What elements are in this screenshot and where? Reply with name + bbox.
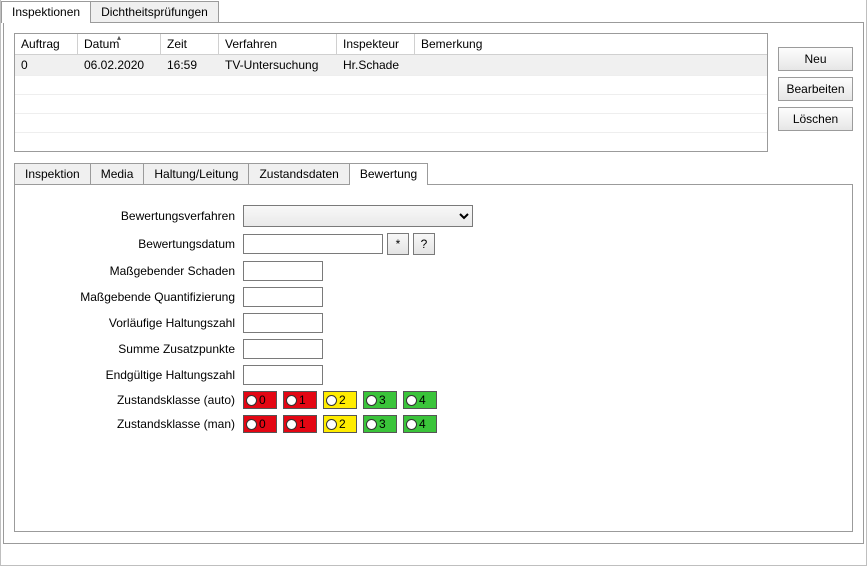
radio-zk-man-3[interactable]: 3 bbox=[363, 415, 397, 433]
radio-label: 1 bbox=[299, 417, 306, 431]
input-endgueltige-haltungszahl[interactable] bbox=[243, 365, 323, 385]
radio-icon bbox=[406, 419, 417, 430]
radio-label: 3 bbox=[379, 417, 386, 431]
table-row[interactable] bbox=[15, 132, 767, 151]
tab-zustandsdaten[interactable]: Zustandsdaten bbox=[248, 163, 349, 185]
radio-zk-man-0[interactable]: 0 bbox=[243, 415, 277, 433]
radio-icon bbox=[366, 419, 377, 430]
label-massgebende-quantifizierung: Maßgebende Quantifizierung bbox=[35, 290, 243, 304]
radio-label: 3 bbox=[379, 393, 386, 407]
tab-dichtheitspruefungen[interactable]: Dichtheitsprüfungen bbox=[90, 1, 219, 23]
sort-asc-icon: ▴ bbox=[117, 33, 121, 42]
radio-label: 2 bbox=[339, 393, 346, 407]
cell-bemerkung bbox=[415, 55, 767, 75]
radio-zk-auto-3[interactable]: 3 bbox=[363, 391, 397, 409]
inspections-table: Auftrag ▴Datum Zeit Verfahren Inspekteur… bbox=[14, 33, 768, 152]
radio-icon bbox=[246, 419, 257, 430]
radio-icon bbox=[326, 419, 337, 430]
label-zustandsklasse-man: Zustandsklasse (man) bbox=[35, 417, 243, 431]
input-bewertungsdatum[interactable] bbox=[243, 234, 383, 254]
table-row[interactable] bbox=[15, 94, 767, 113]
tab-inspektion[interactable]: Inspektion bbox=[14, 163, 91, 185]
tab-haltung-leitung[interactable]: Haltung/Leitung bbox=[143, 163, 249, 185]
inner-tab-bar: Inspektion Media Haltung/Leitung Zustand… bbox=[14, 162, 853, 184]
loeschen-button[interactable]: Löschen bbox=[778, 107, 853, 131]
col-header-verfahren[interactable]: Verfahren bbox=[219, 34, 337, 54]
radio-zk-auto-0[interactable]: 0 bbox=[243, 391, 277, 409]
label-summe-zusatzpunkte: Summe Zusatzpunkte bbox=[35, 342, 243, 356]
col-header-inspekteur[interactable]: Inspekteur bbox=[337, 34, 415, 54]
input-summe-zusatzpunkte[interactable] bbox=[243, 339, 323, 359]
radio-label: 4 bbox=[419, 417, 426, 431]
table-header-row: Auftrag ▴Datum Zeit Verfahren Inspekteur… bbox=[15, 34, 767, 55]
radio-icon bbox=[246, 395, 257, 406]
radio-zk-auto-4[interactable]: 4 bbox=[403, 391, 437, 409]
label-zustandsklasse-auto: Zustandsklasse (auto) bbox=[35, 393, 243, 407]
top-tab-bar: Inspektionen Dichtheitsprüfungen bbox=[1, 0, 866, 22]
radio-label: 0 bbox=[259, 417, 266, 431]
radio-icon bbox=[286, 419, 297, 430]
col-header-bemerkung[interactable]: Bemerkung bbox=[415, 34, 767, 54]
input-massgebende-quantifizierung[interactable] bbox=[243, 287, 323, 307]
label-massgebender-schaden: Maßgebender Schaden bbox=[35, 264, 243, 278]
radio-zk-auto-2[interactable]: 2 bbox=[323, 391, 357, 409]
label-vorlaeufige-haltungszahl: Vorläufige Haltungszahl bbox=[35, 316, 243, 330]
cell-verfahren: TV-Untersuchung bbox=[219, 55, 337, 75]
label-bewertungsverfahren: Bewertungsverfahren bbox=[35, 209, 243, 223]
date-help-button[interactable]: ? bbox=[413, 233, 435, 255]
tab-media[interactable]: Media bbox=[90, 163, 145, 185]
radio-label: 0 bbox=[259, 393, 266, 407]
neu-button[interactable]: Neu bbox=[778, 47, 853, 71]
radio-icon bbox=[406, 395, 417, 406]
table-row[interactable]: 0 06.02.2020 16:59 TV-Untersuchung Hr.Sc… bbox=[15, 55, 767, 75]
table-row[interactable] bbox=[15, 75, 767, 94]
tab-inspektionen[interactable]: Inspektionen bbox=[1, 1, 91, 23]
tab-bewertung[interactable]: Bewertung bbox=[349, 163, 428, 185]
zustandsklasse-man-group: 0 1 2 3 4 bbox=[243, 415, 437, 433]
cell-datum: 06.02.2020 bbox=[78, 55, 161, 75]
cell-auftrag: 0 bbox=[15, 55, 78, 75]
input-vorlaeufige-haltungszahl[interactable] bbox=[243, 313, 323, 333]
label-bewertungsdatum: Bewertungsdatum bbox=[35, 237, 243, 251]
side-button-column: Neu Bearbeiten Löschen bbox=[778, 47, 853, 152]
tab-panel-bewertung: Bewertungsverfahren Bewertungsdatum * ? … bbox=[14, 184, 853, 532]
cell-inspekteur: Hr.Schade bbox=[337, 55, 415, 75]
col-header-datum[interactable]: ▴Datum bbox=[78, 34, 161, 54]
radio-icon bbox=[366, 395, 377, 406]
radio-icon bbox=[286, 395, 297, 406]
radio-label: 2 bbox=[339, 417, 346, 431]
select-bewertungsverfahren[interactable] bbox=[243, 205, 473, 227]
today-button[interactable]: * bbox=[387, 233, 409, 255]
radio-zk-man-4[interactable]: 4 bbox=[403, 415, 437, 433]
radio-zk-man-2[interactable]: 2 bbox=[323, 415, 357, 433]
col-header-zeit[interactable]: Zeit bbox=[161, 34, 219, 54]
radio-label: 4 bbox=[419, 393, 426, 407]
col-header-datum-label: Datum bbox=[84, 37, 119, 51]
bearbeiten-button[interactable]: Bearbeiten bbox=[778, 77, 853, 101]
label-endgueltige-haltungszahl: Endgültige Haltungszahl bbox=[35, 368, 243, 382]
cell-zeit: 16:59 bbox=[161, 55, 219, 75]
table-row[interactable] bbox=[15, 113, 767, 132]
radio-icon bbox=[326, 395, 337, 406]
radio-label: 1 bbox=[299, 393, 306, 407]
input-massgebender-schaden[interactable] bbox=[243, 261, 323, 281]
zustandsklasse-auto-group: 0 1 2 3 4 bbox=[243, 391, 437, 409]
radio-zk-auto-1[interactable]: 1 bbox=[283, 391, 317, 409]
tab-panel-inspektionen: Auftrag ▴Datum Zeit Verfahren Inspekteur… bbox=[3, 22, 864, 544]
radio-zk-man-1[interactable]: 1 bbox=[283, 415, 317, 433]
col-header-auftrag[interactable]: Auftrag bbox=[15, 34, 78, 54]
